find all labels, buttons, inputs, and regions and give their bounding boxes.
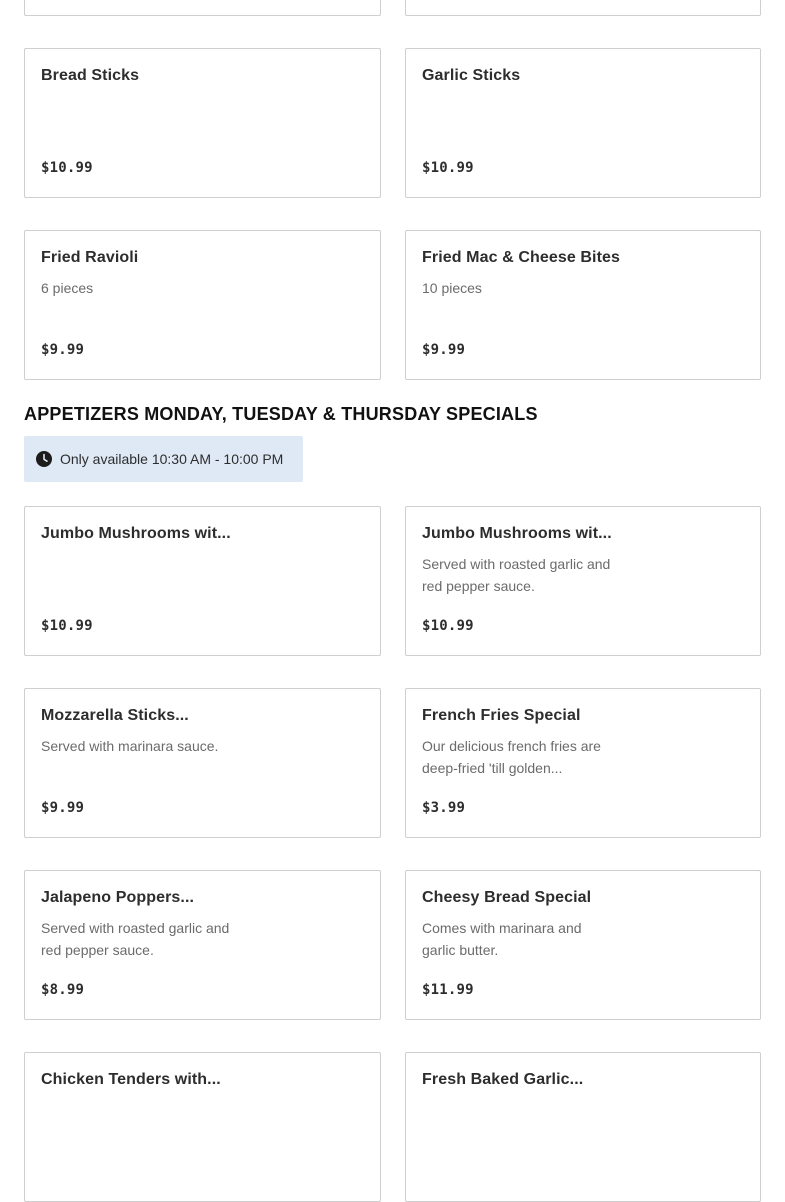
- menu-page: Bread Sticks $10.99 Garlic Sticks $10.99…: [0, 0, 785, 1202]
- menu-item-description: Our delicious french fries are deep-frie…: [422, 738, 601, 776]
- availability-text: Only available 10:30 AM - 10:00 PM: [60, 451, 284, 467]
- menu-item-card[interactable]: Fresh Baked Garlic...: [405, 1052, 761, 1202]
- menu-item-description: Served with roasted garlic and red peppe…: [41, 920, 230, 958]
- menu-item-card[interactable]: Jumbo Mushrooms wit... $10.99: [24, 506, 381, 656]
- clock-icon: [36, 451, 52, 467]
- menu-item-price: $8.99: [41, 982, 85, 998]
- menu-item-card[interactable]: Jumbo Mushrooms wit... Served with roast…: [405, 506, 761, 656]
- menu-item-name: Jalapeno Poppers...: [41, 889, 195, 906]
- menu-item-card[interactable]: [24, 0, 381, 16]
- menu-item-name: Jumbo Mushrooms wit...: [422, 525, 612, 542]
- menu-item-price: $10.99: [41, 618, 93, 634]
- menu-item-card[interactable]: Cheesy Bread Special Comes with marinara…: [405, 870, 761, 1020]
- menu-item-name: Fresh Baked Garlic...: [422, 1071, 584, 1088]
- menu-item-card[interactable]: [405, 0, 761, 16]
- menu-item-price: $9.99: [41, 800, 85, 816]
- menu-item-card[interactable]: Chicken Tenders with...: [24, 1052, 381, 1202]
- menu-item-card[interactable]: Garlic Sticks $10.99: [405, 48, 761, 198]
- menu-item-name: Bread Sticks: [41, 67, 140, 84]
- menu-item-name: Chicken Tenders with...: [41, 1071, 221, 1088]
- menu-item-price: $9.99: [41, 342, 85, 358]
- menu-item-name: Jumbo Mushrooms wit...: [41, 525, 231, 542]
- menu-item-name: Cheesy Bread Special: [422, 889, 592, 906]
- menu-item-name: French Fries Special: [422, 707, 581, 724]
- menu-item-name: Fried Mac & Cheese Bites: [422, 249, 621, 266]
- menu-item-card[interactable]: Fried Ravioli 6 pieces $9.99: [24, 230, 381, 380]
- menu-item-name: Fried Ravioli: [41, 249, 139, 266]
- menu-item-description: 10 pieces: [422, 280, 482, 296]
- menu-item-description: Served with marinara sauce.: [41, 738, 219, 754]
- menu-item-card[interactable]: Bread Sticks $10.99: [24, 48, 381, 198]
- menu-item-name: Mozzarella Sticks...: [41, 707, 189, 724]
- menu-item-card[interactable]: French Fries Special Our delicious frenc…: [405, 688, 761, 838]
- menu-item-card[interactable]: Fried Mac & Cheese Bites 10 pieces $9.99: [405, 230, 761, 380]
- menu-item-price: $10.99: [422, 618, 474, 634]
- menu-item-price: $3.99: [422, 800, 466, 816]
- menu-item-price: $11.99: [422, 982, 474, 998]
- menu-item-card[interactable]: Mozzarella Sticks... Served with marinar…: [24, 688, 381, 838]
- menu-item-card[interactable]: Jalapeno Poppers... Served with roasted …: [24, 870, 381, 1020]
- availability-banner: Only available 10:30 AM - 10:00 PM: [24, 436, 303, 482]
- menu-item-price: $9.99: [422, 342, 466, 358]
- menu-item-name: Garlic Sticks: [422, 67, 521, 84]
- menu-item-description: Served with roasted garlic and red peppe…: [422, 556, 611, 594]
- menu-item-description: Comes with marinara and garlic butter.: [422, 920, 582, 958]
- menu-item-price: $10.99: [41, 160, 93, 176]
- section-title: APPETIZERS MONDAY, TUESDAY & THURSDAY SP…: [24, 404, 538, 424]
- menu-item-description: 6 pieces: [41, 280, 94, 296]
- menu-item-price: $10.99: [422, 160, 474, 176]
